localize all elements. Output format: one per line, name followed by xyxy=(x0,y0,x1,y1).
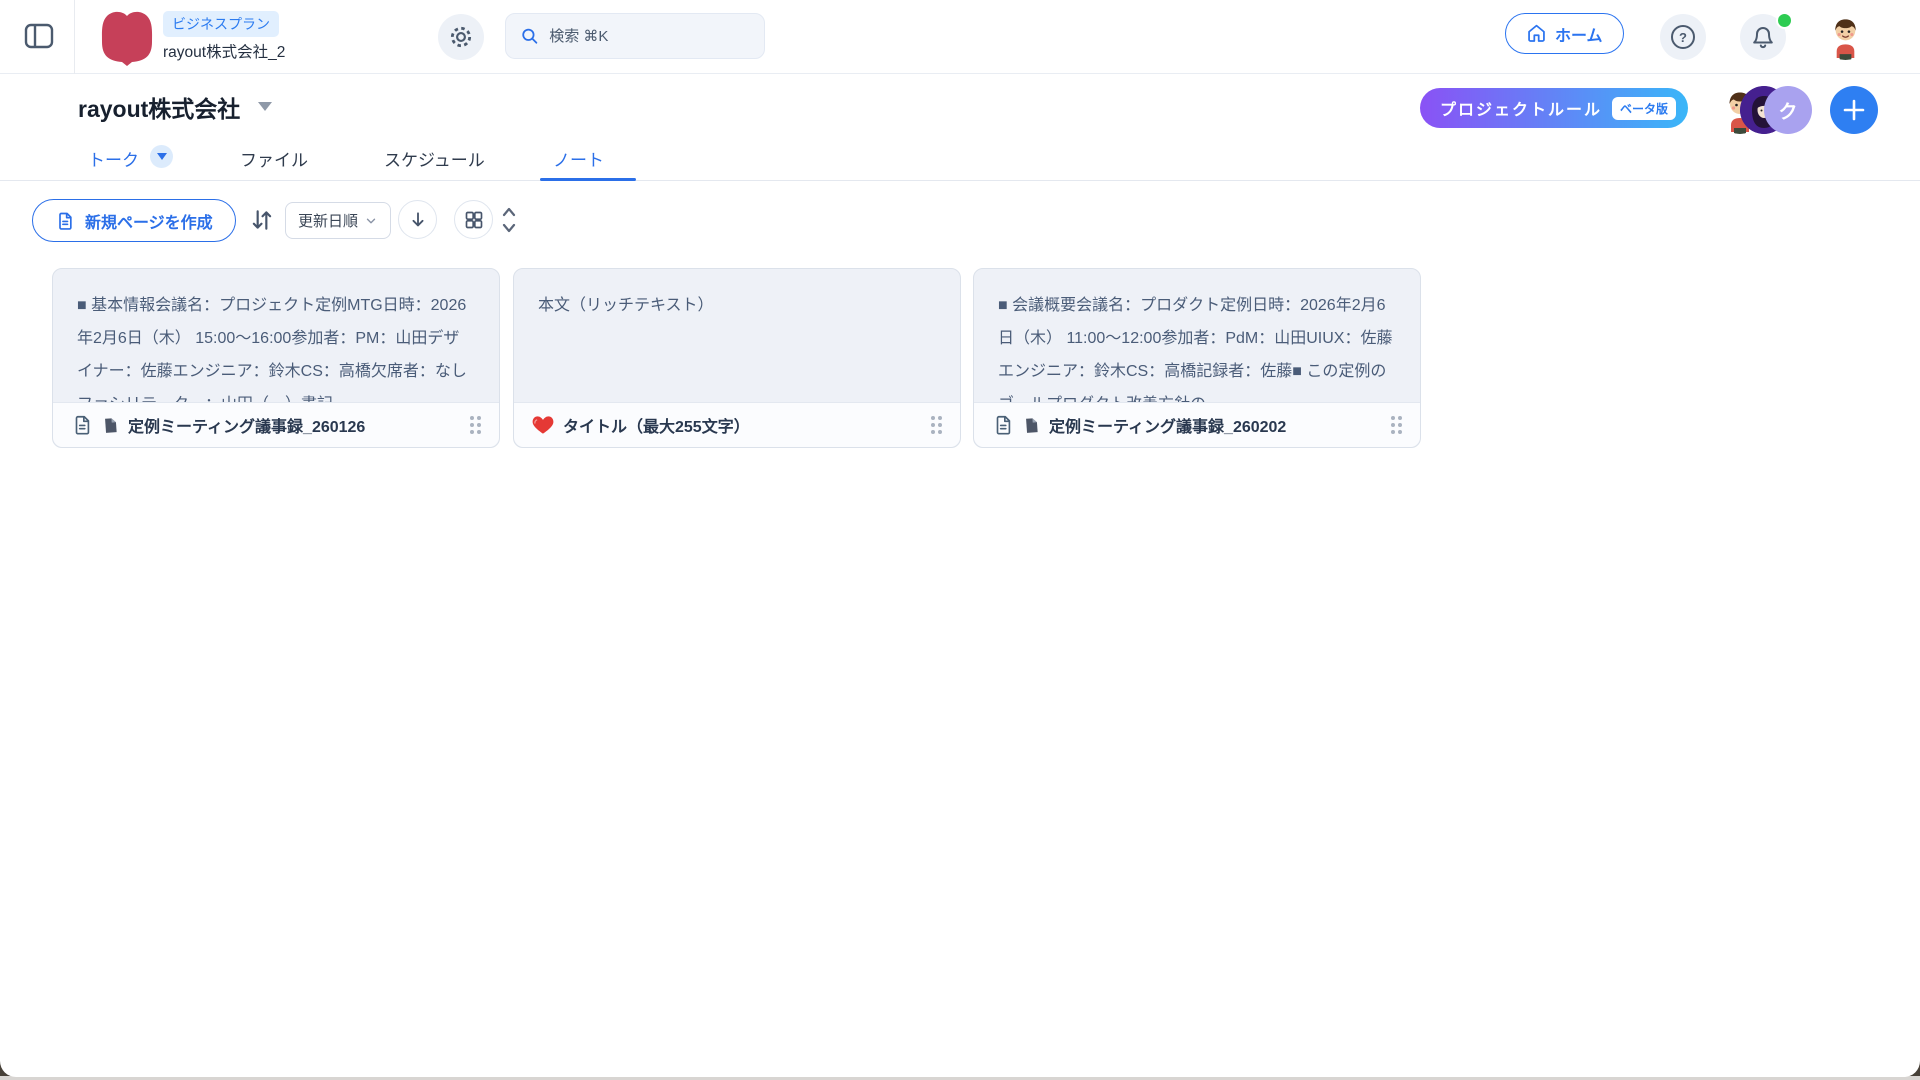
note-card-title: 定例ミーティング議事録_260202 xyxy=(1049,413,1378,437)
home-button[interactable]: ホーム xyxy=(1505,13,1624,54)
home-icon xyxy=(1526,23,1547,44)
title-dropdown-caret-icon[interactable] xyxy=(258,102,272,111)
settings-button[interactable] xyxy=(438,14,484,60)
chevrons-up-down-icon xyxy=(501,204,517,236)
header-divider xyxy=(74,0,75,74)
search-box[interactable] xyxy=(505,13,765,59)
note-card-footer: タイトル（最大255文字） xyxy=(514,402,960,447)
sort-order-value: 更新日順 xyxy=(298,210,358,231)
card-menu-button[interactable] xyxy=(1387,412,1406,438)
grid-view-button[interactable] xyxy=(454,200,493,239)
tab-notes[interactable]: ノート xyxy=(553,146,604,171)
workspace-name: rayout株式会社_2 xyxy=(163,40,285,62)
help-button[interactable]: ? xyxy=(1660,14,1706,60)
note-card-title: タイトル（最大255文字） xyxy=(563,413,918,437)
sort-order-dropdown[interactable]: 更新日順 xyxy=(285,202,391,239)
note-card[interactable]: ■ 基本情報会議名：プロジェクト定例MTG日時：2026年2月6日（木） 15:… xyxy=(52,268,500,448)
page-icon xyxy=(101,416,119,434)
member-initial: ク xyxy=(1778,97,1797,124)
user-avatar[interactable] xyxy=(1822,13,1869,60)
note-card-preview: ■ 基本情報会議名：プロジェクト定例MTG日時：2026年2月6日（木） 15:… xyxy=(53,269,499,404)
sidebar-toggle-icon[interactable] xyxy=(22,22,56,52)
workspace-logo[interactable] xyxy=(100,9,154,67)
view-size-stepper[interactable] xyxy=(501,204,517,236)
sort-direction-button[interactable] xyxy=(247,206,277,236)
arrow-down-icon xyxy=(408,210,428,230)
note-card-footer: 定例ミーティング議事録_260126 xyxy=(53,402,499,447)
sort-arrows-icon xyxy=(249,207,275,233)
plus-icon xyxy=(1843,99,1865,121)
project-rules-label: プロジェクトルール xyxy=(1440,96,1602,120)
document-icon xyxy=(55,211,75,231)
page-icon xyxy=(1022,416,1040,434)
top-header: ビジネスプラン rayout株式会社_2 ホーム xyxy=(0,0,1920,74)
online-status-dot xyxy=(1776,12,1793,29)
download-button[interactable] xyxy=(398,200,437,239)
tab-schedule[interactable]: スケジュール xyxy=(384,146,485,171)
app-window: ビジネスプラン rayout株式会社_2 ホーム xyxy=(0,0,1920,1080)
bell-icon xyxy=(1751,25,1775,49)
note-card-title: 定例ミーティング議事録_260126 xyxy=(128,413,457,437)
chevron-down-icon xyxy=(157,153,167,160)
tab-bar: トーク ファイル スケジュール ノート xyxy=(0,140,1920,181)
beta-badge: ベータ版 xyxy=(1612,97,1676,120)
plan-badge: ビジネスプラン xyxy=(163,11,279,37)
app-page: ビジネスプラン rayout株式会社_2 ホーム xyxy=(0,0,1920,1077)
new-page-button-label: 新規ページを作成 xyxy=(85,209,213,233)
new-page-button[interactable]: 新規ページを作成 xyxy=(32,199,236,242)
svg-text:?: ? xyxy=(1679,30,1687,45)
talk-dropdown-button[interactable] xyxy=(150,145,173,168)
active-tab-underline xyxy=(540,178,636,181)
grid-icon xyxy=(464,210,484,230)
chevron-down-icon xyxy=(364,214,378,228)
note-card-footer: 定例ミーティング議事録_260202 xyxy=(974,402,1420,447)
document-icon xyxy=(992,414,1014,436)
note-card[interactable]: 本文（リッチテキスト） タイトル（最大255文字） xyxy=(513,268,961,448)
gear-icon xyxy=(448,24,474,50)
document-icon xyxy=(71,414,93,436)
help-icon: ? xyxy=(1670,24,1696,50)
add-member-button[interactable] xyxy=(1830,86,1878,134)
card-menu-button[interactable] xyxy=(927,412,946,438)
search-input[interactable] xyxy=(549,28,750,45)
search-icon xyxy=(520,25,539,47)
note-card[interactable]: ■ 会議概要会議名：プロダクト定例日時：2026年2月6日（木） 11:00〜1… xyxy=(973,268,1421,448)
note-card-preview: 本文（リッチテキスト） xyxy=(514,269,960,404)
project-rules-button[interactable]: プロジェクトルール ベータ版 xyxy=(1420,88,1688,128)
home-button-label: ホーム xyxy=(1555,22,1603,46)
member-avatar-3[interactable]: ク xyxy=(1764,86,1812,134)
tab-talk[interactable]: トーク xyxy=(88,146,139,171)
card-menu-button[interactable] xyxy=(466,412,485,438)
tab-files[interactable]: ファイル xyxy=(240,146,308,171)
heart-icon xyxy=(532,415,554,435)
note-card-preview: ■ 会議概要会議名：プロダクト定例日時：2026年2月6日（木） 11:00〜1… xyxy=(974,269,1420,404)
page-title: rayout株式会社 xyxy=(78,90,240,124)
